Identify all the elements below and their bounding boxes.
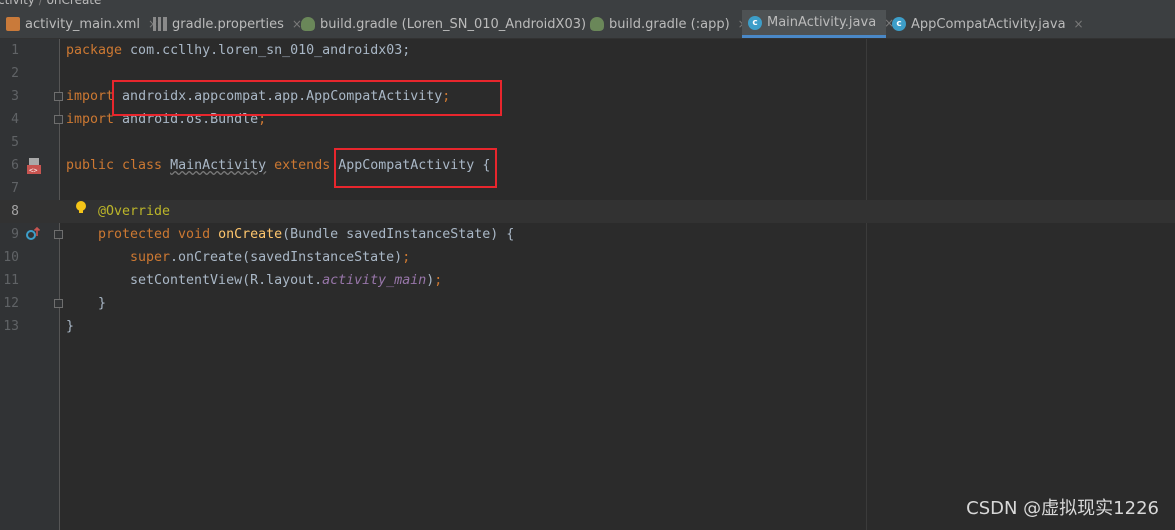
method-params: (Bundle savedInstanceState) {	[282, 227, 515, 242]
breadcrumb-separator: /	[38, 0, 47, 7]
semicolon: ;	[434, 273, 443, 288]
tab-label: build.gradle (Loren_SN_010_AndroidX03)	[320, 16, 587, 32]
tab-label: AppCompatActivity.java	[911, 16, 1066, 32]
tab-build-gradle-app[interactable]: build.gradle (:app) ×	[584, 10, 748, 38]
line-number: 7	[11, 181, 19, 196]
fold-marker-icon[interactable]	[54, 92, 63, 101]
properties-file-icon	[153, 17, 167, 31]
line-number: 5	[11, 135, 19, 150]
line-number: 12	[3, 296, 19, 311]
tab-label: build.gradle (:app)	[609, 16, 730, 32]
line-number: 8	[11, 204, 19, 219]
line-number: 1	[11, 43, 19, 58]
tab-gradle-properties[interactable]: gradle.properties ×	[147, 10, 302, 38]
line-number: 3	[11, 89, 19, 104]
method-name: onCreate	[218, 227, 283, 242]
code-text: package com.ccllhy.loren_sn_010_androidx…	[66, 39, 410, 62]
line-number: 10	[3, 250, 19, 265]
keyword: import	[66, 112, 115, 127]
fold-marker-icon[interactable]	[54, 230, 63, 239]
tab-activity-main-xml[interactable]: activity_main.xml ×	[0, 10, 158, 38]
code-text: super.onCreate(savedInstanceState);	[130, 246, 410, 269]
tab-build-gradle-project[interactable]: build.gradle (Loren_SN_010_AndroidX03) ×	[295, 10, 604, 38]
line-number: 4	[11, 112, 19, 127]
code-text: }	[66, 315, 74, 338]
code-line-9[interactable]: 9 protected void onCreate(Bundle savedIn…	[0, 223, 1175, 246]
override-method-icon[interactable]	[25, 226, 41, 245]
code-text: @Override	[98, 200, 170, 223]
close-icon[interactable]: ×	[1074, 17, 1084, 31]
breadcrumb: ctivity / onCreate	[0, 0, 1175, 10]
tab-label: activity_main.xml	[25, 16, 141, 32]
method-call: setContentView(R.layout.	[130, 273, 323, 288]
method-call: .onCreate(savedInstanceState)	[170, 250, 403, 265]
tab-label: MainActivity.java	[767, 15, 877, 30]
code-line-11[interactable]: 11 setContentView(R.layout.activity_main…	[0, 269, 1175, 292]
code-line-8[interactable]: 8 @Override	[0, 200, 1175, 223]
gradle-file-icon	[301, 17, 315, 31]
line-number: 13	[3, 319, 19, 334]
static-field: activity_main	[322, 273, 427, 288]
class-name: MainActivity	[170, 158, 267, 173]
line-number: 11	[3, 273, 19, 288]
highlight-box-import	[112, 80, 502, 116]
code-text: }	[98, 292, 106, 315]
xml-file-icon	[6, 17, 20, 31]
keyword: extends	[266, 158, 339, 173]
svg-text:<>: <>	[29, 167, 37, 175]
tab-appcompat-activity-java[interactable]: c AppCompatActivity.java ×	[886, 10, 1084, 38]
code-line-10[interactable]: 10 super.onCreate(savedInstanceState);	[0, 246, 1175, 269]
tab-main-activity-java[interactable]: c MainActivity.java ×	[742, 10, 894, 38]
code-editor[interactable]: 1 package com.ccllhy.loren_sn_010_androi…	[0, 39, 1175, 530]
keyword: public class	[66, 158, 171, 173]
lightbulb-icon[interactable]	[75, 200, 87, 220]
package-name: com.ccllhy.loren_sn_010_androidx03;	[122, 43, 411, 58]
keyword: protected void	[98, 227, 219, 242]
code-line-13[interactable]: 13 }	[0, 315, 1175, 338]
gradle-file-icon	[590, 17, 604, 31]
editor-tab-bar: activity_main.xml × gradle.properties × …	[0, 10, 1175, 39]
keyword: package	[66, 43, 123, 58]
line-number: 6	[11, 158, 19, 173]
line-number: 2	[11, 66, 19, 81]
java-class-icon: c	[892, 17, 906, 31]
fold-marker-icon[interactable]	[54, 299, 63, 308]
line-number: 9	[11, 227, 19, 242]
code-text: protected void onCreate(Bundle savedInst…	[98, 223, 514, 246]
code-line-5[interactable]: 5	[0, 131, 1175, 154]
annotation: @Override	[98, 204, 171, 219]
java-class-icon: c	[748, 15, 762, 30]
semicolon: ;	[402, 250, 411, 265]
code-line-1[interactable]: 1 package com.ccllhy.loren_sn_010_androi…	[0, 39, 1175, 62]
code-line-7[interactable]: 7	[0, 177, 1175, 200]
closing-brace: }	[98, 296, 107, 311]
code-text: setContentView(R.layout.activity_main);	[130, 269, 442, 292]
keyword: import	[66, 89, 115, 104]
keyword: super	[130, 250, 171, 265]
activity-layout-icon[interactable]: <>	[26, 157, 44, 178]
breadcrumb-class[interactable]: ctivity	[0, 0, 35, 7]
watermark: CSDN @虚拟现实1226	[966, 498, 1159, 519]
breadcrumb-method[interactable]: onCreate	[47, 0, 102, 7]
highlight-box-parent-class	[334, 148, 497, 188]
fold-marker-icon[interactable]	[54, 115, 63, 124]
code-line-6[interactable]: 6 <> public class MainActivity extends A…	[0, 154, 1175, 177]
tab-label: gradle.properties	[172, 16, 284, 32]
closing-brace: }	[66, 319, 75, 334]
code-line-12[interactable]: 12 }	[0, 292, 1175, 315]
